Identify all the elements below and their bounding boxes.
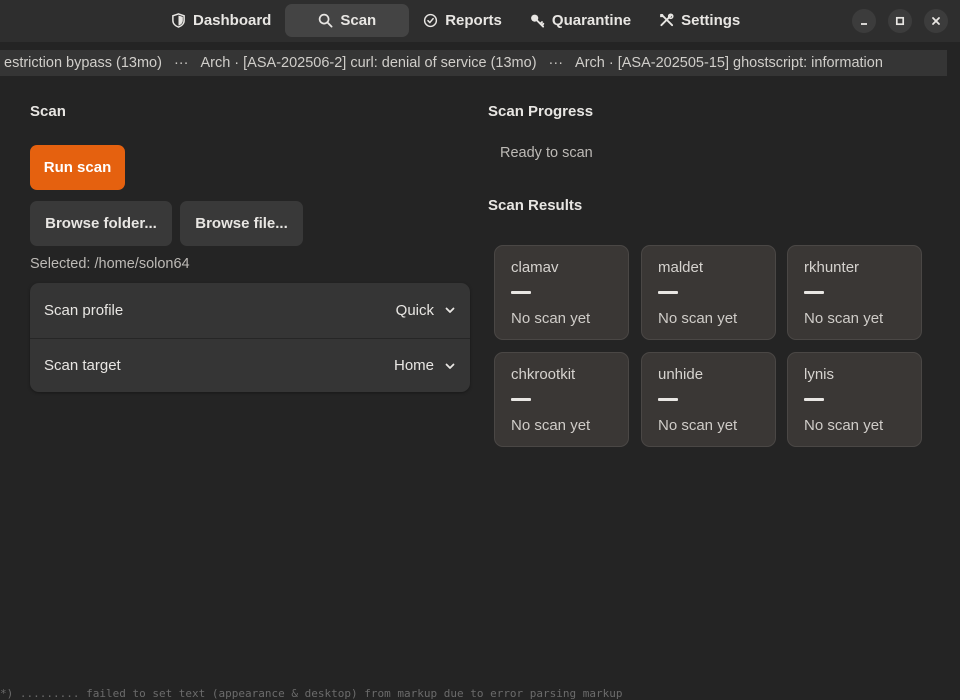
tab-dashboard-label: Dashboard <box>193 12 272 29</box>
result-card-clamav[interactable]: clamav No scan yet <box>494 245 629 340</box>
terminal-log-line: *) ......... failed to set text (appeara… <box>0 688 623 700</box>
chevron-down-icon <box>445 307 455 313</box>
scanner-name: lynis <box>804 366 835 383</box>
result-card-unhide[interactable]: unhide No scan yet <box>641 352 776 447</box>
tab-reports[interactable]: Reports <box>409 4 516 37</box>
tools-icon <box>660 13 674 27</box>
scanner-name: rkhunter <box>804 259 860 276</box>
result-dash <box>804 398 824 401</box>
scanner-status: No scan yet <box>658 417 738 434</box>
header-bar: Dashboard Scan Reports Quarantine Settin… <box>0 0 960 42</box>
result-card-lynis[interactable]: lynis No scan yet <box>787 352 922 447</box>
scanner-name: clamav <box>511 259 559 276</box>
scanner-status: No scan yet <box>658 310 738 327</box>
ticker-separator: ··· <box>173 55 189 71</box>
result-dash <box>511 398 531 401</box>
result-card-maldet[interactable]: maldet No scan yet <box>641 245 776 340</box>
browse-folder-button[interactable]: Browse folder... <box>30 201 172 246</box>
tab-scan[interactable]: Scan <box>285 4 410 37</box>
scan-results-title: Scan Results <box>488 197 583 214</box>
advisory-ticker[interactable]: estriction bypass (13mo) ··· Arch · [ASA… <box>0 50 947 76</box>
tab-quarantine[interactable]: Quarantine <box>516 4 645 37</box>
result-dash <box>658 398 678 401</box>
tab-settings-label: Settings <box>681 12 741 29</box>
result-dash <box>804 291 824 294</box>
clock-check-icon <box>424 13 438 28</box>
result-card-chkrootkit[interactable]: chkrootkit No scan yet <box>494 352 629 447</box>
scan-options-list: Scan profile Quick Scan target Home <box>30 283 470 392</box>
scan-progress-title: Scan Progress <box>488 103 594 120</box>
chevron-down-icon <box>445 363 455 369</box>
scan-target-label: Scan target <box>44 357 121 374</box>
ticker-item: estriction bypass (13mo) <box>4 55 162 71</box>
run-scan-button[interactable]: Run scan <box>30 145 125 190</box>
scan-profile-label: Scan profile <box>44 301 124 319</box>
scanner-status: No scan yet <box>804 310 884 327</box>
scan-section-title: Scan <box>30 103 66 120</box>
tab-settings[interactable]: Settings <box>645 4 754 37</box>
ticker-item: Arch · [ASA-202506-2] curl: denial of se… <box>200 55 537 71</box>
maximize-button[interactable] <box>888 9 912 33</box>
tab-scan-label: Scan <box>340 12 377 29</box>
tab-dashboard[interactable]: Dashboard <box>157 4 285 37</box>
close-icon <box>932 17 940 25</box>
scan-profile-value: Quick <box>395 301 434 319</box>
maximize-icon <box>895 16 905 26</box>
close-button[interactable] <box>924 9 948 33</box>
window-controls <box>852 9 948 33</box>
result-dash <box>658 291 678 294</box>
scanner-status: No scan yet <box>511 310 591 327</box>
scanner-name: chkrootkit <box>511 366 576 383</box>
search-icon <box>319 13 333 28</box>
scanner-name: maldet <box>658 259 704 276</box>
shield-icon <box>172 13 185 28</box>
selected-path-label: Selected: /home/solon64 <box>30 256 190 272</box>
ticker-item: Arch · [ASA-202505-15] ghostscript: info… <box>575 55 883 71</box>
result-card-rkhunter[interactable]: rkhunter No scan yet <box>787 245 922 340</box>
key-icon <box>531 14 545 28</box>
scanner-name: unhide <box>658 366 704 383</box>
scanner-status: No scan yet <box>511 417 591 434</box>
scan-target-dropdown[interactable]: Home <box>394 357 456 374</box>
tab-quarantine-label: Quarantine <box>551 12 632 29</box>
result-dash <box>511 291 531 294</box>
minimize-button[interactable] <box>852 9 876 33</box>
minimize-icon <box>861 23 867 25</box>
scan-profile-row[interactable]: Scan profile Quick <box>30 283 470 337</box>
browse-file-button[interactable]: Browse file... <box>180 201 303 246</box>
view-switcher: Dashboard Scan Reports Quarantine Settin… <box>157 4 754 38</box>
scan-profile-dropdown[interactable]: Quick <box>396 302 456 319</box>
scan-progress-status: Ready to scan <box>500 145 593 161</box>
scanner-status: No scan yet <box>804 417 884 434</box>
tab-reports-label: Reports <box>445 12 502 29</box>
scan-target-value: Home <box>393 357 434 374</box>
app-window: Dashboard Scan Reports Quarantine Settin… <box>0 0 960 700</box>
ticker-track: estriction bypass (13mo) ··· Arch · [ASA… <box>0 50 893 76</box>
scan-target-row[interactable]: Scan target Home <box>30 338 470 392</box>
ticker-separator: ··· <box>548 55 564 71</box>
